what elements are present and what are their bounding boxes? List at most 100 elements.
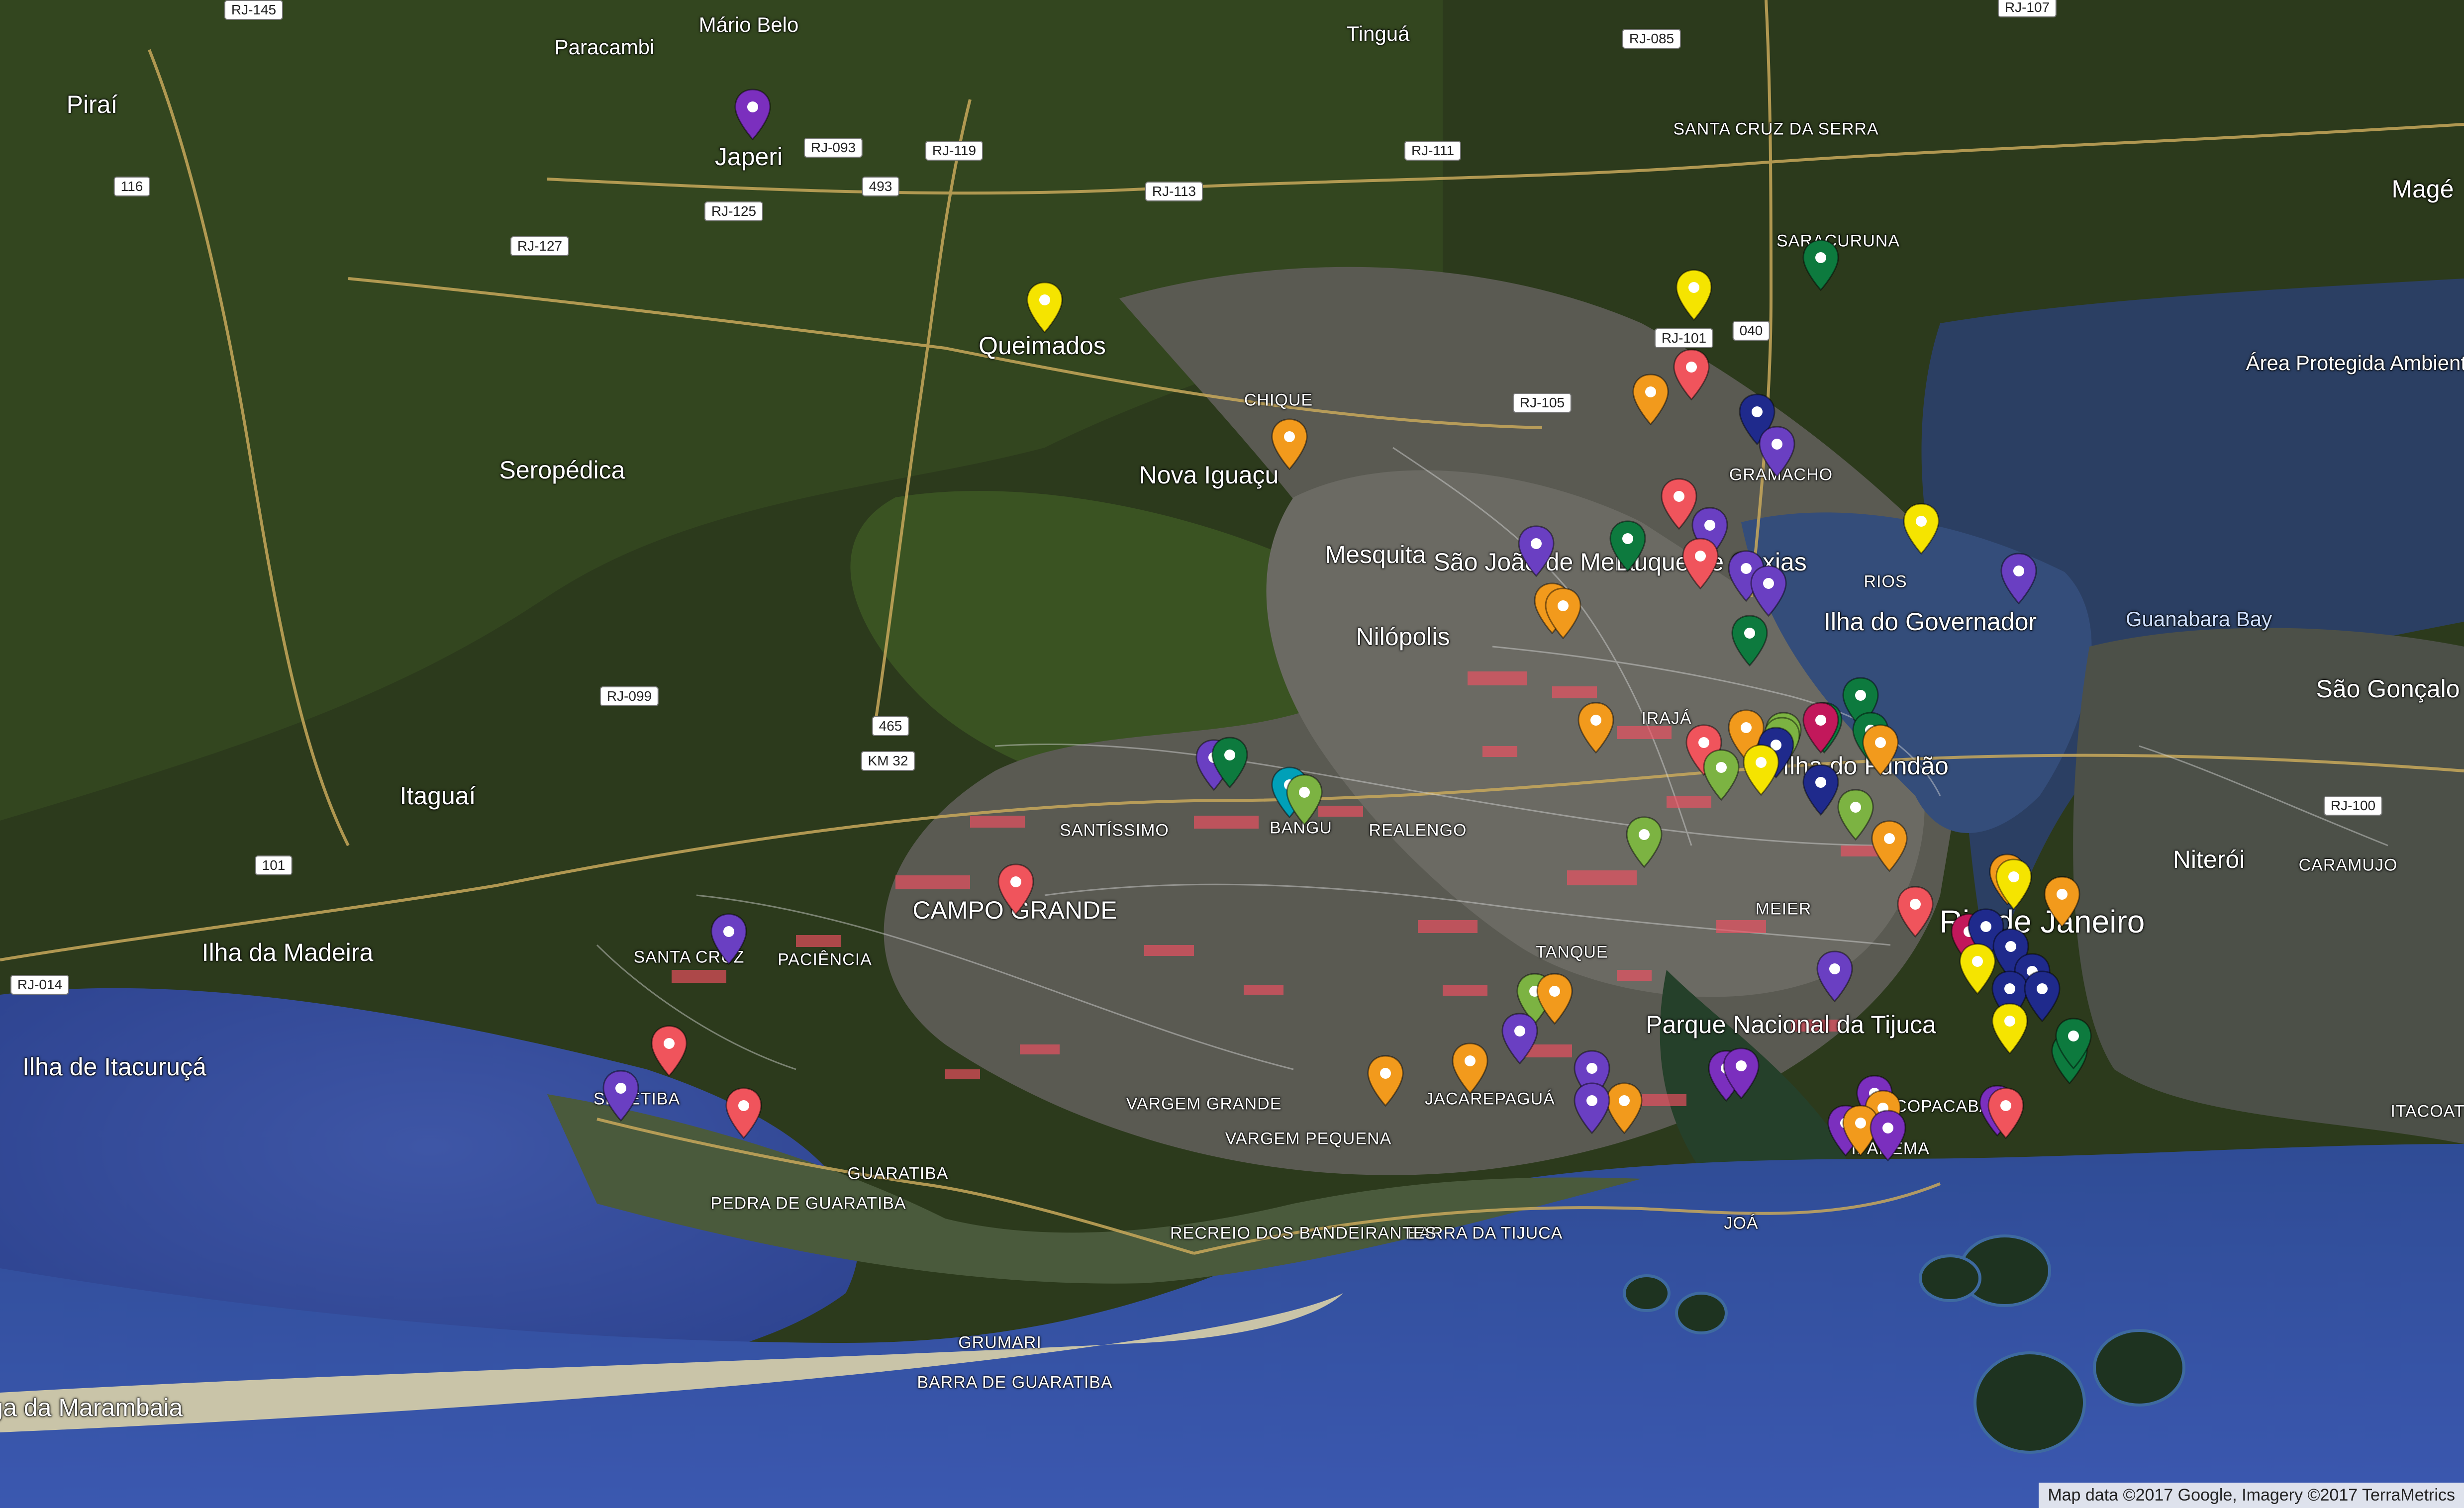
map-pin-orange[interactable]: [1270, 418, 1309, 471]
place-label-meier: MEIER: [1755, 899, 1812, 919]
map-pin-violet[interactable]: [1999, 553, 2038, 605]
map-pin-purple[interactable]: [1869, 1110, 1907, 1162]
map-pin-icon: [1862, 724, 1899, 776]
map-pin-violet[interactable]: [709, 913, 748, 965]
map-pin-orange[interactable]: [1870, 820, 1909, 872]
map-pin-navy[interactable]: [1801, 764, 1840, 816]
route-shield-rj-145: RJ-145: [224, 0, 284, 20]
map-pin-icon: [1609, 520, 1646, 572]
map-pin-violet[interactable]: [1815, 950, 1854, 1003]
place-label-nilopolis: Nilópolis: [1356, 623, 1450, 651]
map-pin-yellow[interactable]: [1990, 1003, 2029, 1055]
map-pin-lightgreen[interactable]: [1285, 774, 1324, 826]
place-label-realengo: REALENGO: [1369, 821, 1467, 840]
place-label-ilha-do-governador: Ilha do Governador: [1823, 608, 2037, 636]
route-shield-rj-093: RJ-093: [803, 138, 863, 158]
map-pin-orange[interactable]: [1861, 724, 1900, 776]
map-pin-icon: [1837, 789, 1874, 841]
route-shield-rj-099: RJ-099: [599, 686, 659, 706]
map-pin-yellow[interactable]: [1902, 503, 1941, 555]
map-pin-orange[interactable]: [1577, 702, 1615, 754]
map-pin-icon: [2055, 1018, 2092, 1070]
place-label-mage: Magé: [2391, 175, 2454, 203]
map-attribution[interactable]: Map data ©2017 Google, Imagery ©2017 Ter…: [2039, 1483, 2464, 1508]
place-label-tingua: Tinguá: [1346, 22, 1410, 45]
map-pin-crimson[interactable]: [1801, 702, 1840, 754]
map-pin-icon: [602, 1070, 639, 1122]
place-label-chique: CHIQUE: [1244, 390, 1313, 410]
map-pin-icon: [710, 913, 747, 965]
map-pin-icon: [1995, 858, 2032, 911]
map-pin-red[interactable]: [1672, 349, 1711, 401]
map-pin-lightgreen[interactable]: [1625, 816, 1664, 868]
map-pin-icon: [1026, 282, 1063, 334]
map-pin-yellow[interactable]: [1994, 858, 2033, 911]
map-pin-lightgreen[interactable]: [1702, 749, 1741, 801]
place-label-itaguai: Itaguaí: [399, 782, 476, 810]
map-pin-red[interactable]: [1986, 1087, 2025, 1139]
map-pin-green[interactable]: [1210, 737, 1249, 789]
place-label-sao-goncalo: São Gonçalo: [2316, 675, 2460, 703]
place-label-ilha-da-restinga-da-marambaia: Ilha da Restinga da Marambaia: [0, 1394, 183, 1421]
map-pin-orange[interactable]: [2043, 876, 2081, 928]
map-pin-green[interactable]: [2054, 1018, 2093, 1070]
map-pin-icon: [1731, 615, 1768, 667]
map-pin-violet[interactable]: [1573, 1082, 1611, 1134]
map-pin-red[interactable]: [724, 1087, 763, 1139]
place-label-mario-belo: Mário Belo: [698, 13, 799, 36]
map-pin-icon: [1577, 702, 1614, 754]
map-pin-yellow[interactable]: [1025, 282, 1064, 334]
map-pin-orange[interactable]: [1631, 374, 1670, 426]
map-pin-orange[interactable]: [1451, 1042, 1489, 1095]
map-pin-orange[interactable]: [1366, 1055, 1405, 1107]
map-pin-lightgreen[interactable]: [1836, 789, 1875, 841]
map-pin-orange[interactable]: [1535, 973, 1574, 1025]
route-shield-km-32: KM 32: [861, 751, 915, 771]
map-pin-violet[interactable]: [601, 1070, 640, 1122]
map-canvas[interactable]: RJ-145 Mário Belo Tinguá Paracambi Piraí Jape…: [0, 0, 2464, 1508]
map-pin-icon: [1536, 973, 1573, 1025]
map-pin-green[interactable]: [1730, 615, 1769, 667]
map-pin-green[interactable]: [1608, 520, 1647, 572]
map-pin-violet[interactable]: [1749, 565, 1788, 617]
map-pin-red[interactable]: [1681, 538, 1720, 590]
place-label-vargem-pequena: VARGEM PEQUENA: [1225, 1129, 1392, 1148]
place-label-guaratiba: GUARATIBA: [847, 1164, 949, 1183]
place-label-joa: JOÁ: [1724, 1214, 1759, 1233]
map-pin-violet[interactable]: [1517, 525, 1556, 577]
place-label-japeri: Japeri: [714, 143, 783, 171]
map-pin-orange[interactable]: [1544, 587, 1582, 640]
map-pin-yellow[interactable]: [1742, 744, 1780, 796]
place-label-mesquita: Mesquita: [1325, 541, 1426, 568]
map-pin-green[interactable]: [1801, 239, 1840, 291]
place-label-ilha-de-itacuruca: Ilha de Itacuruçá: [22, 1053, 206, 1081]
route-shield-rj-085: RJ-085: [1622, 29, 1681, 49]
place-label-vargem-grande: VARGEM GRANDE: [1126, 1094, 1282, 1114]
place-label-santa-cruz-da-serra: SANTA CRUZ DA SERRA: [1673, 119, 1879, 139]
route-shield-465: 465: [872, 716, 909, 736]
route-shield-101: 101: [255, 855, 293, 875]
route-shield-493: 493: [862, 177, 899, 196]
map-pin-yellow[interactable]: [1675, 269, 1713, 321]
map-pin-icon: [1626, 816, 1663, 868]
map-pin-red[interactable]: [1896, 886, 1935, 938]
map-pin-icon: [1870, 1110, 1906, 1162]
place-label-area-protegida-ambiental-de-guapimirim: Área Protegida Ambiental de Guapimirim: [2246, 351, 2464, 375]
map-pin-icon: [651, 1025, 688, 1077]
place-label-caramujo: CARAMUJO: [2298, 855, 2398, 875]
route-shield-rj-127: RJ-127: [510, 236, 570, 256]
place-label-ilha-da-madeira: Ilha da Madeira: [201, 939, 374, 966]
place-label-pedra-de-guaratiba: PEDRA DE GUARATIBA: [710, 1194, 906, 1213]
map-pin-violet[interactable]: [1758, 426, 1796, 478]
place-label-itacoat: ITACOAT: [2390, 1102, 2464, 1121]
map-pin-purple[interactable]: [1722, 1047, 1761, 1100]
place-label-guanabara-bay: Guanabara Bay: [2125, 607, 2272, 631]
map-pin-red[interactable]: [996, 863, 1035, 916]
map-pin-icon: [1759, 426, 1795, 478]
route-shield-rj-101: RJ-101: [1654, 328, 1714, 348]
map-pin-purple[interactable]: [733, 89, 772, 141]
place-label-queimados: Queimados: [979, 332, 1106, 360]
route-shield-rj-014: RJ-014: [10, 975, 70, 995]
map-pin-violet[interactable]: [1500, 1013, 1539, 1065]
map-pin-red[interactable]: [650, 1025, 689, 1077]
